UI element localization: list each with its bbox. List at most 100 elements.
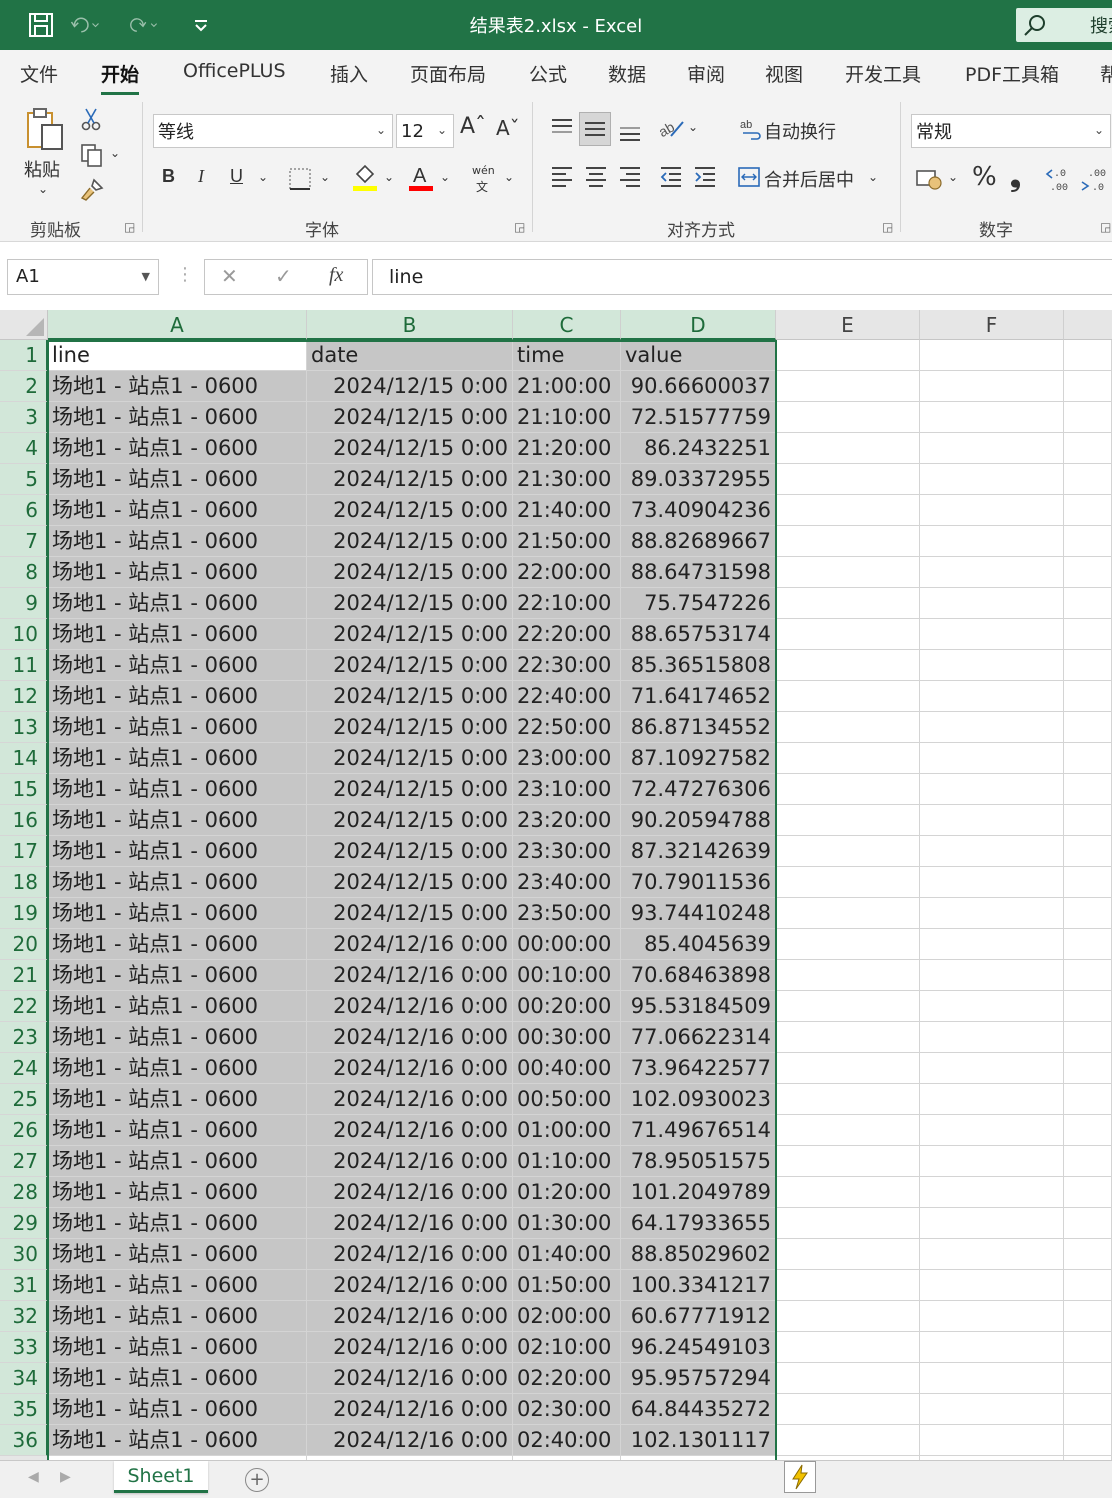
table-cell[interactable]: 95.95757294 xyxy=(621,1363,776,1394)
table-cell[interactable]: 71.64174652 xyxy=(621,681,776,712)
table-cell[interactable]: 102.0930023 xyxy=(621,1084,776,1115)
table-cell[interactable]: 23:10:00 xyxy=(513,774,621,805)
phonetic-dropdown-icon[interactable]: ⌄ xyxy=(504,170,514,184)
table-cell[interactable]: 场地1 - 站点1 - 0600 xyxy=(48,774,307,805)
header-cell[interactable]: line xyxy=(48,340,307,371)
decrease-font-icon[interactable]: Aˇ xyxy=(496,116,520,140)
table-cell[interactable]: 场地1 - 站点1 - 0600 xyxy=(48,836,307,867)
table-cell[interactable]: 场地1 - 站点1 - 0600 xyxy=(48,1115,307,1146)
table-cell[interactable]: 场地1 - 站点1 - 0600 xyxy=(48,433,307,464)
table-cell[interactable]: 01:00:00 xyxy=(513,1115,621,1146)
table-cell[interactable]: 2024/12/16 0:00 xyxy=(307,991,513,1022)
empty-cell[interactable] xyxy=(920,1208,1064,1239)
table-cell[interactable]: 场地1 - 站点1 - 0600 xyxy=(48,898,307,929)
table-cell[interactable]: 2024/12/16 0:00 xyxy=(307,1270,513,1301)
table-cell[interactable]: 场地1 - 站点1 - 0600 xyxy=(48,805,307,836)
empty-cell[interactable] xyxy=(1064,774,1112,805)
tab-data[interactable]: 数据 xyxy=(608,60,646,87)
accounting-format-icon[interactable] xyxy=(914,166,944,192)
empty-cell[interactable] xyxy=(776,526,920,557)
table-cell[interactable]: 21:20:00 xyxy=(513,433,621,464)
empty-cell[interactable] xyxy=(1064,464,1112,495)
empty-cell[interactable] xyxy=(776,867,920,898)
header-cell[interactable]: date xyxy=(307,340,513,371)
empty-cell[interactable] xyxy=(776,1332,920,1363)
increase-indent-icon[interactable] xyxy=(691,162,719,190)
increase-font-icon[interactable]: Aˆ xyxy=(460,114,486,139)
tab-pdf-tools[interactable]: PDF工具箱 xyxy=(965,60,1059,87)
empty-cell[interactable] xyxy=(776,1053,920,1084)
empty-cell[interactable] xyxy=(776,1208,920,1239)
table-cell[interactable]: 2024/12/15 0:00 xyxy=(307,433,513,464)
table-cell[interactable]: 2024/12/16 0:00 xyxy=(307,1301,513,1332)
table-cell[interactable]: 2024/12/16 0:00 xyxy=(307,1332,513,1363)
table-cell[interactable]: 场地1 - 站点1 - 0600 xyxy=(48,1084,307,1115)
empty-cell[interactable] xyxy=(920,1177,1064,1208)
select-all-button[interactable] xyxy=(0,310,48,340)
empty-cell[interactable] xyxy=(920,1301,1064,1332)
row-header[interactable]: 8 xyxy=(0,557,48,588)
table-cell[interactable]: 70.68463898 xyxy=(621,960,776,991)
table-cell[interactable]: 2024/12/15 0:00 xyxy=(307,526,513,557)
table-cell[interactable]: 22:00:00 xyxy=(513,557,621,588)
empty-cell[interactable] xyxy=(776,681,920,712)
table-cell[interactable]: 2024/12/16 0:00 xyxy=(307,929,513,960)
row-header[interactable]: 4 xyxy=(0,433,48,464)
empty-cell[interactable] xyxy=(1064,1270,1112,1301)
empty-cell[interactable] xyxy=(1064,557,1112,588)
table-cell[interactable]: 2024/12/15 0:00 xyxy=(307,867,513,898)
alignment-launcher-icon[interactable]: ◲ xyxy=(882,220,893,234)
table-cell[interactable]: 2024/12/15 0:00 xyxy=(307,774,513,805)
phonetic-guide-button[interactable]: wén xyxy=(472,164,495,177)
row-header[interactable]: 25 xyxy=(0,1084,48,1115)
empty-cell[interactable] xyxy=(776,960,920,991)
enter-icon[interactable]: ✓ xyxy=(275,264,292,288)
tab-insert[interactable]: 插入 xyxy=(330,60,368,87)
table-cell[interactable]: 77.06622314 xyxy=(621,1022,776,1053)
empty-cell[interactable] xyxy=(1064,743,1112,774)
row-header[interactable]: 16 xyxy=(0,805,48,836)
table-cell[interactable]: 场地1 - 站点1 - 0600 xyxy=(48,712,307,743)
table-cell[interactable]: 00:10:00 xyxy=(513,960,621,991)
empty-cell[interactable] xyxy=(1064,1177,1112,1208)
align-center-icon[interactable] xyxy=(582,162,610,190)
table-cell[interactable]: 60.67771912 xyxy=(621,1301,776,1332)
row-header[interactable]: 7 xyxy=(0,526,48,557)
percent-style-button[interactable]: % xyxy=(972,162,997,192)
table-cell[interactable]: 2024/12/15 0:00 xyxy=(307,743,513,774)
table-cell[interactable]: 70.79011536 xyxy=(621,867,776,898)
empty-cell[interactable] xyxy=(776,743,920,774)
table-cell[interactable]: 2024/12/16 0:00 xyxy=(307,1239,513,1270)
table-cell[interactable]: 00:00:00 xyxy=(513,929,621,960)
table-cell[interactable]: 90.20594788 xyxy=(621,805,776,836)
font-color-icon[interactable]: A xyxy=(408,162,434,192)
table-cell[interactable]: 场地1 - 站点1 - 0600 xyxy=(48,1146,307,1177)
align-left-icon[interactable] xyxy=(548,162,576,190)
table-cell[interactable]: 场地1 - 站点1 - 0600 xyxy=(48,619,307,650)
worksheet-grid[interactable]: A B C D E F 1 line date time value 2 场地1 - 站点1 - 060… xyxy=(0,310,1112,1460)
table-cell[interactable]: 01:50:00 xyxy=(513,1270,621,1301)
empty-cell[interactable] xyxy=(1064,1239,1112,1270)
empty-cell[interactable] xyxy=(776,588,920,619)
empty-cell[interactable] xyxy=(920,1115,1064,1146)
cut-icon[interactable] xyxy=(78,106,104,132)
empty-cell[interactable] xyxy=(1064,402,1112,433)
empty-cell[interactable] xyxy=(1064,619,1112,650)
empty-cell[interactable] xyxy=(920,929,1064,960)
row-header[interactable]: 35 xyxy=(0,1394,48,1425)
tab-view[interactable]: 视图 xyxy=(765,60,803,87)
table-cell[interactable]: 2024/12/15 0:00 xyxy=(307,898,513,929)
empty-cell[interactable] xyxy=(1064,1425,1112,1456)
empty-cell[interactable] xyxy=(776,1363,920,1394)
row-header[interactable]: 6 xyxy=(0,495,48,526)
table-cell[interactable]: 21:30:00 xyxy=(513,464,621,495)
table-cell[interactable]: 场地1 - 站点1 - 0600 xyxy=(48,1301,307,1332)
table-cell[interactable]: 01:40:00 xyxy=(513,1239,621,1270)
table-cell[interactable]: 22:30:00 xyxy=(513,650,621,681)
table-cell[interactable]: 23:00:00 xyxy=(513,743,621,774)
accounting-dropdown-icon[interactable]: ⌄ xyxy=(948,170,958,184)
row-header[interactable]: 19 xyxy=(0,898,48,929)
table-cell[interactable]: 93.74410248 xyxy=(621,898,776,929)
empty-cell[interactable] xyxy=(1064,805,1112,836)
row-header[interactable]: 23 xyxy=(0,1022,48,1053)
